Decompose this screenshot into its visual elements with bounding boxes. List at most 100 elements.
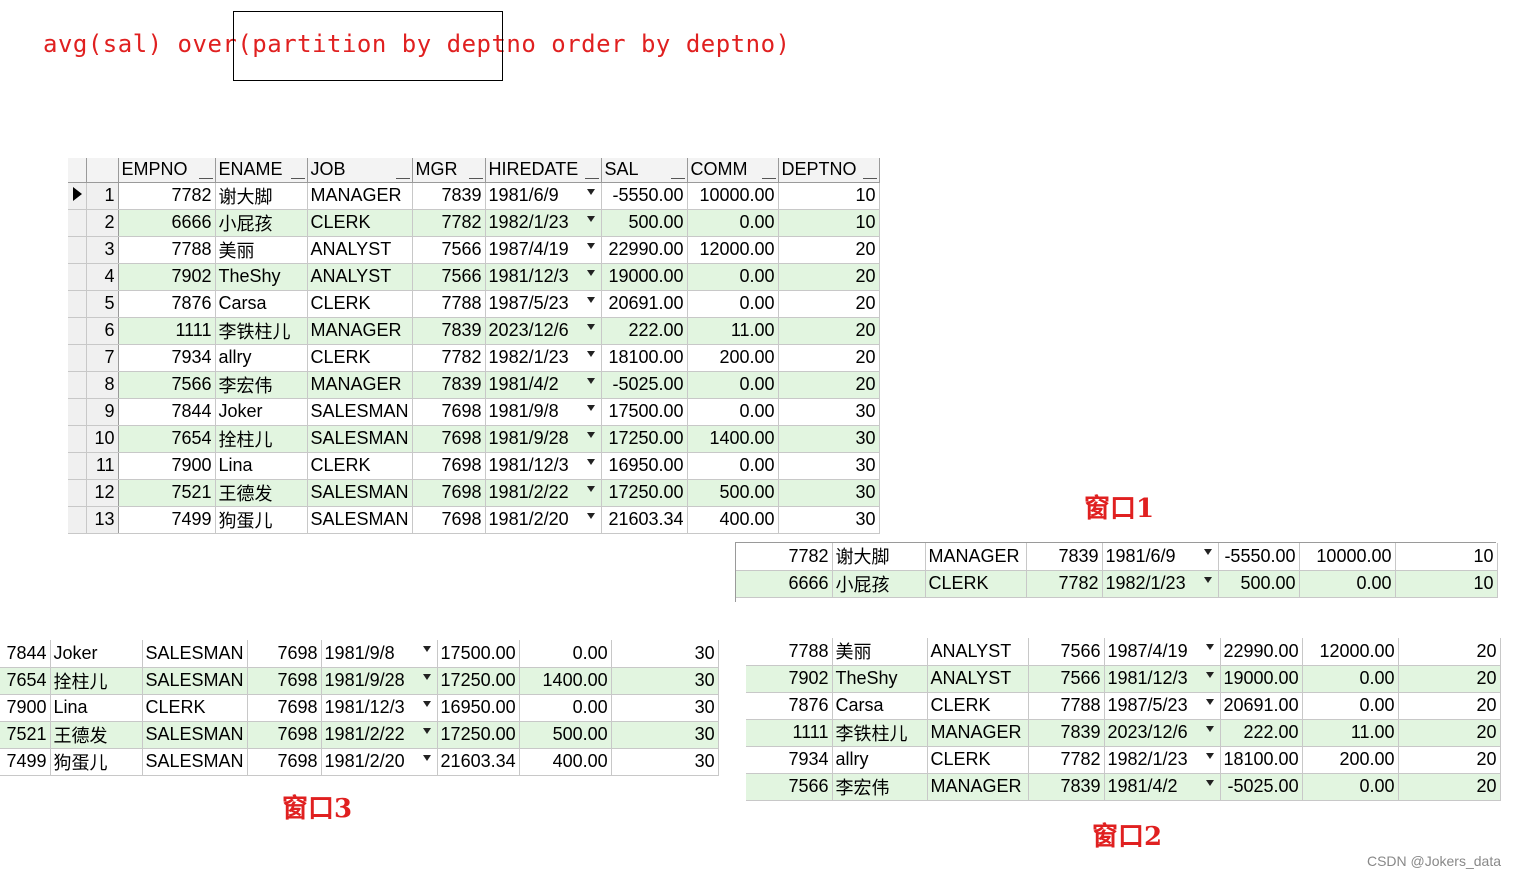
cell-hiredate[interactable]: 1981/2/20	[485, 506, 602, 534]
cell-job[interactable]: SALESMAN	[307, 479, 413, 507]
cell-deptno[interactable]: 20	[1398, 746, 1501, 774]
cell-comm[interactable]: 500.00	[687, 479, 779, 507]
cell-sal[interactable]: -5025.00	[601, 371, 688, 399]
cell-hiredate[interactable]: 1981/6/9	[1102, 543, 1219, 571]
cell-mgr[interactable]: 7566	[1028, 638, 1105, 666]
cell-mgr[interactable]: 7698	[412, 398, 486, 426]
cell-ename[interactable]: 拴柱儿	[50, 667, 143, 695]
cell-empno[interactable]: 7566	[746, 773, 833, 801]
cell-mgr[interactable]: 7782	[412, 209, 486, 237]
table-row[interactable]: 8 7566 李宏伟 MANAGER 7839 1981/4/2 -5025.00 0.00 2…	[68, 371, 880, 399]
cell-ename[interactable]: 王德发	[50, 721, 143, 749]
table-row[interactable]: 2 6666 小屁孩 CLERK 7782 1982/1/23 500.00 0.00 10	[68, 209, 880, 237]
cell-comm[interactable]: 1400.00	[519, 667, 612, 695]
cell-hiredate[interactable]: 1987/4/19	[1104, 638, 1221, 666]
dropdown-arrow-icon[interactable]	[586, 269, 595, 276]
dropdown-arrow-icon[interactable]	[586, 431, 595, 438]
cell-hiredate[interactable]: 1981/6/9	[485, 182, 602, 210]
table-row[interactable]: 7788 美丽 ANALYST 7566 1987/4/19 22990.00 12000.…	[746, 638, 1501, 666]
dropdown-arrow-icon[interactable]	[586, 323, 595, 330]
col-empno-header[interactable]: EMPNO	[118, 158, 216, 183]
col-ename-header[interactable]: ENAME	[215, 158, 308, 183]
cell-sal[interactable]: 17250.00	[437, 667, 520, 695]
cell-mgr[interactable]: 7782	[1026, 570, 1103, 598]
cell-mgr[interactable]: 7839	[412, 317, 486, 345]
cell-deptno[interactable]: 20	[778, 290, 880, 318]
table-row[interactable]: 7900 Lina CLERK 7698 1981/12/3 16950.00 0.00 30	[0, 694, 719, 722]
cell-sal[interactable]: 21603.34	[601, 506, 688, 534]
cell-sal[interactable]: 18100.00	[1220, 746, 1303, 774]
cell-hiredate[interactable]: 1981/9/28	[321, 667, 438, 695]
cell-sal[interactable]: 17250.00	[601, 479, 688, 507]
cell-ename[interactable]: Joker	[50, 640, 143, 668]
cell-sal[interactable]: 21603.34	[437, 748, 520, 776]
table-row[interactable]: 7 7934 allry CLERK 7782 1982/1/23 18100.00 200.…	[68, 344, 880, 372]
cell-comm[interactable]: 0.00	[687, 263, 779, 291]
cell-job[interactable]: SALESMAN	[307, 425, 413, 453]
cell-hiredate[interactable]: 1981/4/2	[485, 371, 602, 399]
cell-job[interactable]: MANAGER	[307, 317, 413, 345]
table-row[interactable]: 1111 李铁柱儿 MANAGER 7839 2023/12/6 222.00 11.00 2…	[746, 719, 1501, 747]
cell-mgr[interactable]: 7698	[412, 425, 486, 453]
cell-mgr[interactable]: 7698	[412, 506, 486, 534]
cell-empno[interactable]: 1111	[118, 317, 216, 345]
cell-hiredate[interactable]: 1981/4/2	[1104, 773, 1221, 801]
cell-job[interactable]: ANALYST	[307, 236, 413, 264]
cell-job[interactable]: CLERK	[925, 570, 1027, 598]
cell-job[interactable]: MANAGER	[307, 371, 413, 399]
row-selector[interactable]	[68, 290, 87, 318]
cell-hiredate[interactable]: 2023/12/6	[485, 317, 602, 345]
cell-comm[interactable]: 10000.00	[1299, 543, 1396, 571]
cell-empno[interactable]: 7844	[118, 398, 216, 426]
cell-job[interactable]: CLERK	[307, 452, 413, 480]
col-mgr-header[interactable]: MGR	[412, 158, 486, 183]
dropdown-arrow-icon[interactable]	[586, 296, 595, 303]
cell-empno[interactable]: 7902	[118, 263, 216, 291]
cell-comm[interactable]: 0.00	[687, 371, 779, 399]
row-selector[interactable]	[68, 479, 87, 507]
cell-deptno[interactable]: 20	[1398, 719, 1501, 747]
cell-sal[interactable]: 500.00	[601, 209, 688, 237]
cell-hiredate[interactable]: 1981/2/22	[321, 721, 438, 749]
cell-job[interactable]: SALESMAN	[142, 667, 248, 695]
cell-job[interactable]: MANAGER	[927, 719, 1029, 747]
cell-job[interactable]: MANAGER	[927, 773, 1029, 801]
cell-empno[interactable]: 7934	[746, 746, 833, 774]
dropdown-arrow-icon[interactable]	[586, 458, 595, 465]
cell-empno[interactable]: 7782	[118, 182, 216, 210]
cell-deptno[interactable]: 30	[778, 452, 880, 480]
cell-ename[interactable]: Carsa	[832, 692, 928, 720]
cell-job[interactable]: SALESMAN	[307, 398, 413, 426]
col-deptno-header[interactable]: DEPTNO	[778, 158, 880, 183]
cell-mgr[interactable]: 7698	[247, 721, 322, 749]
cell-empno[interactable]: 7499	[118, 506, 216, 534]
cell-comm[interactable]: 0.00	[519, 694, 612, 722]
cell-empno[interactable]: 7876	[118, 290, 216, 318]
table-row[interactable]: 5 7876 Carsa CLERK 7788 1987/5/23 20691.00 0.00…	[68, 290, 880, 318]
row-selector[interactable]	[68, 371, 87, 399]
cell-job[interactable]: ANALYST	[927, 665, 1029, 693]
table-row[interactable]: 7566 李宏伟 MANAGER 7839 1981/4/2 -5025.00 0.00 20	[746, 773, 1501, 801]
cell-empno[interactable]: 6666	[118, 209, 216, 237]
cell-hiredate[interactable]: 1981/12/3	[485, 263, 602, 291]
cell-sal[interactable]: 20691.00	[1220, 692, 1303, 720]
cell-comm[interactable]: 0.00	[687, 290, 779, 318]
cell-empno[interactable]: 1111	[746, 719, 833, 747]
cell-mgr[interactable]: 7782	[412, 344, 486, 372]
cell-deptno[interactable]: 30	[611, 667, 719, 695]
cell-sal[interactable]: 16950.00	[437, 694, 520, 722]
table-row[interactable]: 7654 拴柱儿 SALESMAN 7698 1981/9/28 17250.00 1400…	[0, 667, 719, 695]
cell-mgr[interactable]: 7566	[1028, 665, 1105, 693]
row-selector[interactable]	[68, 452, 87, 480]
cell-hiredate[interactable]: 1987/4/19	[485, 236, 602, 264]
cell-ename[interactable]: 小屁孩	[832, 570, 926, 598]
cell-deptno[interactable]: 30	[778, 479, 880, 507]
cell-job[interactable]: SALESMAN	[142, 721, 248, 749]
table-row[interactable]: 13 7499 狗蛋儿 SALESMAN 7698 1981/2/20 21603.34 40…	[68, 506, 880, 534]
table-row[interactable]: 10 7654 拴柱儿 SALESMAN 7698 1981/9/28 17250.00 14…	[68, 425, 880, 453]
cell-hiredate[interactable]: 1981/2/22	[485, 479, 602, 507]
cell-job[interactable]: MANAGER	[925, 543, 1027, 571]
cell-sal[interactable]: 17500.00	[437, 640, 520, 668]
cell-comm[interactable]: 500.00	[519, 721, 612, 749]
cell-sal[interactable]: -5550.00	[1218, 543, 1300, 571]
